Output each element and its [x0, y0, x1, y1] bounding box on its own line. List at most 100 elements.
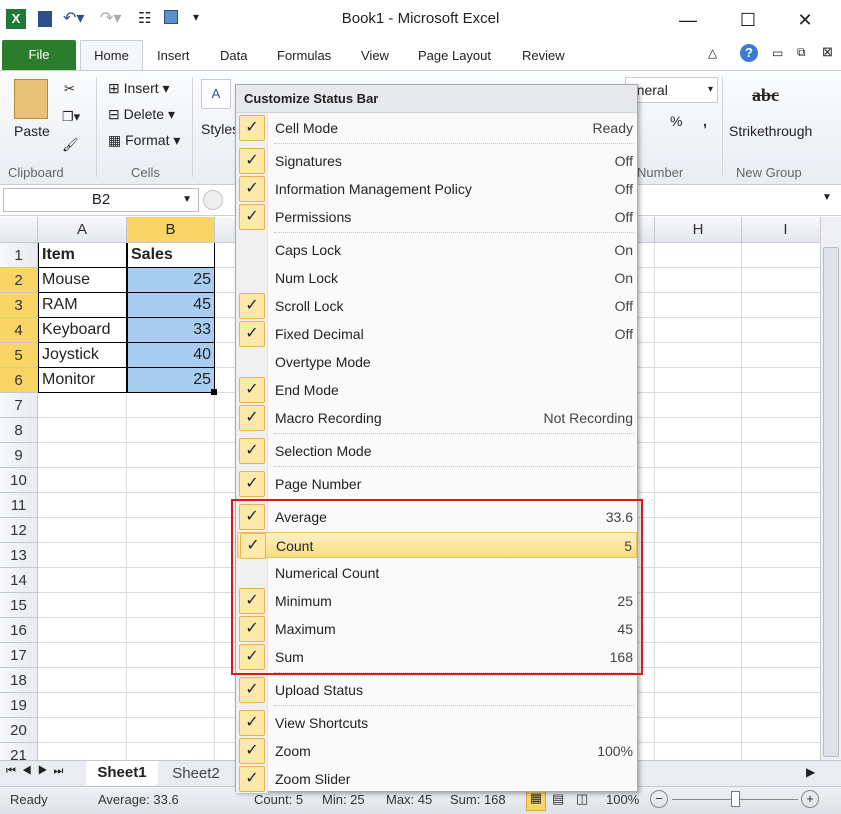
row-header-2[interactable]: 2	[0, 268, 38, 293]
cell-A19[interactable]	[38, 693, 127, 718]
cell-A1[interactable]: Item	[38, 243, 127, 268]
cell-H16[interactable]	[655, 618, 742, 643]
cell-A15[interactable]	[38, 593, 127, 618]
menu-item-selection-mode[interactable]: ✓ Selection Mode	[237, 438, 637, 464]
cell-I3[interactable]	[742, 293, 830, 318]
row-header-4[interactable]: 4	[0, 318, 38, 343]
minimize-button[interactable]: —	[668, 6, 708, 34]
delete-cells-button[interactable]: ⊟ Delete ▾	[108, 106, 175, 123]
cell-B12[interactable]	[127, 518, 215, 543]
tab-formulas[interactable]: Formulas	[277, 48, 331, 63]
cell-B16[interactable]	[127, 618, 215, 643]
cell-I17[interactable]	[742, 643, 830, 668]
cell-H2[interactable]	[655, 268, 742, 293]
row-header-8[interactable]: 8	[0, 418, 38, 443]
page-layout-view-icon[interactable]: ▤	[552, 791, 564, 807]
cell-B20[interactable]	[127, 718, 215, 743]
row-header-19[interactable]: 19	[0, 693, 38, 718]
format-painter-icon[interactable]: 🖌	[62, 137, 79, 153]
paste-icon[interactable]	[14, 79, 48, 119]
restore-workbook-icon[interactable]: ⧉	[797, 45, 806, 60]
tab-home[interactable]: Home	[80, 40, 143, 71]
cell-B4[interactable]: 33	[127, 318, 215, 343]
cell-A8[interactable]	[38, 418, 127, 443]
column-header-H[interactable]: H	[655, 217, 742, 243]
cell-H4[interactable]	[655, 318, 742, 343]
tab-data[interactable]: Data	[220, 48, 247, 63]
cell-I14[interactable]	[742, 568, 830, 593]
menu-item-end-mode[interactable]: ✓ End Mode	[237, 377, 637, 403]
zoom-in-button[interactable]: +	[801, 790, 819, 808]
cell-H12[interactable]	[655, 518, 742, 543]
cell-I18[interactable]	[742, 668, 830, 693]
cell-B14[interactable]	[127, 568, 215, 593]
cell-I20[interactable]	[742, 718, 830, 743]
tab-sheet1[interactable]: Sheet1	[86, 761, 158, 785]
cell-A16[interactable]	[38, 618, 127, 643]
strikethrough-button[interactable]: Strikethrough	[729, 123, 812, 139]
cell-H10[interactable]	[655, 468, 742, 493]
cell-I7[interactable]	[742, 393, 830, 418]
cell-I19[interactable]	[742, 693, 830, 718]
cell-I10[interactable]	[742, 468, 830, 493]
copy-icon[interactable]: ❐▾	[62, 109, 80, 125]
cell-H19[interactable]	[655, 693, 742, 718]
number-format-dropdown[interactable]: General▾	[625, 77, 718, 103]
column-header-A[interactable]: A	[38, 217, 127, 243]
row-header-12[interactable]: 12	[0, 518, 38, 543]
tab-view[interactable]: View	[361, 48, 389, 63]
row-header-15[interactable]: 15	[0, 593, 38, 618]
menu-item-overtype-mode[interactable]: Overtype Mode	[237, 349, 637, 375]
menu-item-fixed-decimal[interactable]: ✓ Fixed Decimal Off	[237, 321, 637, 347]
cell-A2[interactable]: Mouse	[38, 268, 127, 293]
cell-H6[interactable]	[655, 368, 742, 393]
cell-I6[interactable]	[742, 368, 830, 393]
cell-I4[interactable]	[742, 318, 830, 343]
styles-icon[interactable]: A	[201, 79, 231, 109]
menu-item-signatures[interactable]: ✓ Signatures Off	[237, 148, 637, 174]
strikethrough-icon[interactable]: abc	[752, 85, 779, 106]
tab-review[interactable]: Review	[522, 48, 565, 63]
row-header-11[interactable]: 11	[0, 493, 38, 518]
menu-item-macro-recording[interactable]: ✓ Macro Recording Not Recording	[237, 405, 637, 431]
cell-H3[interactable]	[655, 293, 742, 318]
cell-I9[interactable]	[742, 443, 830, 468]
row-header-6[interactable]: 6	[0, 368, 38, 393]
cell-I1[interactable]	[742, 243, 830, 268]
collapse-ribbon-icon[interactable]: △	[708, 46, 717, 60]
cell-B19[interactable]	[127, 693, 215, 718]
normal-view-icon[interactable]: ▦	[526, 789, 546, 811]
cell-B10[interactable]	[127, 468, 215, 493]
menu-item-scroll-lock[interactable]: ✓ Scroll Lock Off	[237, 293, 637, 319]
cell-B9[interactable]	[127, 443, 215, 468]
scroll-right-icon[interactable]: ▶	[806, 765, 815, 779]
cut-icon[interactable]: ✂	[64, 81, 75, 97]
tab-file[interactable]: File	[2, 40, 76, 70]
styles-button[interactable]: Styles	[201, 121, 239, 137]
cell-I2[interactable]	[742, 268, 830, 293]
page-break-view-icon[interactable]: ◫	[576, 791, 588, 807]
cell-B3[interactable]: 45	[127, 293, 215, 318]
cell-H17[interactable]	[655, 643, 742, 668]
row-header-20[interactable]: 20	[0, 718, 38, 743]
cell-A9[interactable]	[38, 443, 127, 468]
comma-style-button[interactable]: ,	[703, 113, 707, 129]
zoom-level[interactable]: 100%	[606, 792, 639, 807]
cell-A17[interactable]	[38, 643, 127, 668]
cell-H1[interactable]	[655, 243, 742, 268]
close-button[interactable]: ✕	[785, 6, 825, 34]
cell-B13[interactable]	[127, 543, 215, 568]
select-all-corner[interactable]	[0, 217, 38, 243]
menu-item-information-management-policy[interactable]: ✓ Information Management Policy Off	[237, 176, 637, 202]
menu-item-num-lock[interactable]: Num Lock On	[237, 265, 637, 291]
cell-B7[interactable]	[127, 393, 215, 418]
row-header-7[interactable]: 7	[0, 393, 38, 418]
insert-cells-button[interactable]: ⊞ Insert ▾	[108, 80, 170, 97]
cell-H18[interactable]	[655, 668, 742, 693]
cell-A3[interactable]: RAM	[38, 293, 127, 318]
cell-I13[interactable]	[742, 543, 830, 568]
menu-item-cell-mode[interactable]: ✓ Cell Mode Ready	[237, 115, 637, 141]
row-header-14[interactable]: 14	[0, 568, 38, 593]
close-workbook-icon[interactable]: ⊠	[822, 44, 833, 60]
format-cells-button[interactable]: ▦ Format ▾	[108, 132, 180, 149]
